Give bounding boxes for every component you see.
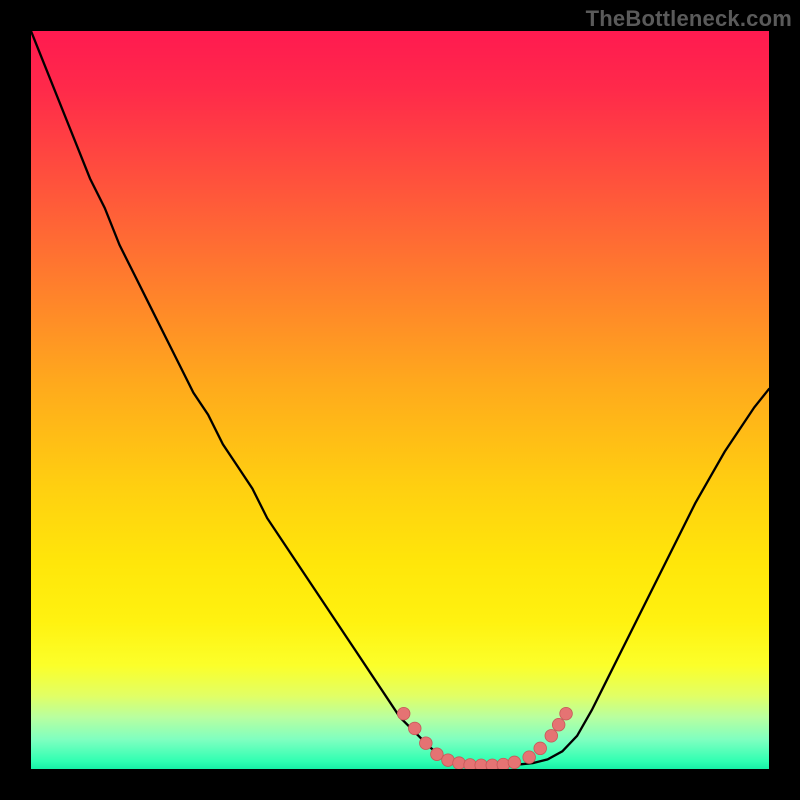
curve-marker [442, 754, 455, 767]
curve-marker [508, 756, 521, 769]
curve-marker [497, 758, 510, 769]
chart-frame: TheBottleneck.com [0, 0, 800, 800]
bottleneck-curve [31, 31, 769, 765]
curve-marker [534, 742, 547, 755]
curve-marker [523, 751, 536, 764]
curve-marker [464, 759, 477, 769]
curve-marker [397, 707, 410, 720]
curve-marker [420, 737, 433, 750]
watermark-text: TheBottleneck.com [586, 6, 792, 32]
plot-area [31, 31, 769, 769]
curve-marker [552, 718, 565, 731]
curve-marker [408, 722, 421, 735]
curve-marker [545, 729, 558, 742]
curve-svg [31, 31, 769, 769]
curve-marker [453, 757, 466, 769]
curve-marker [560, 707, 573, 720]
curve-marker [431, 748, 444, 761]
curve-marker [475, 759, 488, 769]
